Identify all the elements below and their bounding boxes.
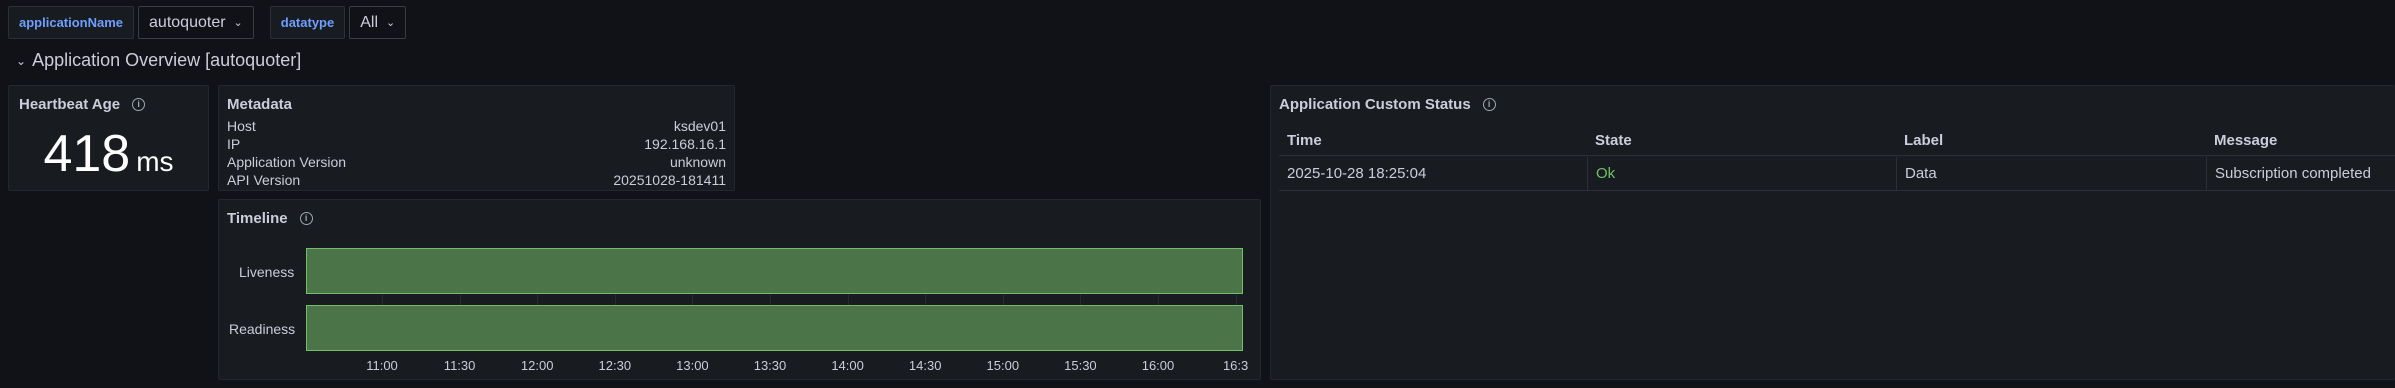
metadata-value: 192.168.16.1	[644, 136, 726, 152]
column-header-message[interactable]: Message	[2206, 126, 2395, 155]
metadata-row-app-version: Application Version unknown	[227, 154, 726, 170]
chevron-down-icon: ⌄	[386, 17, 396, 29]
timeline-tick-label: 11:00	[366, 358, 398, 373]
metadata-value: unknown	[669, 154, 726, 170]
info-icon[interactable]: i	[299, 212, 313, 225]
timeline-row-label-liveness: Liveness	[239, 264, 295, 280]
timeline-tick-label: 13:00	[676, 358, 709, 373]
timeline-tick-label: 14:30	[908, 358, 942, 373]
timeline-tick-label: 16:00	[1141, 358, 1175, 373]
column-header-time[interactable]: Time	[1279, 126, 1587, 155]
timeline-tick-label: 14:00	[831, 358, 864, 373]
timeline-tick-label: 16:3	[1222, 358, 1249, 373]
metadata-value: ksdev01	[673, 118, 726, 134]
datatype-select[interactable]: All ⌄	[349, 6, 407, 39]
row-title: Application Overview [autoquoter]	[32, 50, 302, 70]
heartbeat-value: 418	[43, 125, 131, 183]
cell-time: 2025-10-28 18:25:04	[1287, 165, 1427, 182]
chevron-down-icon: ⌄	[16, 53, 27, 68]
timeline-tick-label: 12:30	[598, 358, 632, 373]
timeline-tick-label: 15:00	[986, 358, 1020, 373]
heartbeat-age-panel: Heartbeat Age i 418 ms	[8, 85, 209, 191]
timeline-tick-label: 13:30	[753, 358, 787, 373]
metadata-row-ip: IP 192.168.16.1	[227, 136, 726, 152]
applicationname-select[interactable]: autoquoter ⌄	[138, 6, 254, 39]
timeline-bar-liveness[interactable]	[306, 248, 1243, 294]
applicationname-value: autoquoter	[149, 13, 226, 31]
variables-bar: applicationName autoquoter ⌄ datatype Al…	[8, 6, 407, 39]
datatype-value: All	[360, 13, 379, 31]
info-icon[interactable]: i	[132, 98, 146, 111]
timeline-bar-readiness[interactable]	[306, 305, 1243, 351]
metadata-key: Host	[227, 118, 256, 134]
variable-label-applicationname: applicationName	[8, 6, 135, 39]
metadata-key: IP	[227, 136, 241, 152]
heartbeat-unit: ms	[136, 146, 174, 177]
column-header-label[interactable]: Label	[1896, 126, 2206, 155]
row-toggle-application-overview[interactable]: ⌄ Application Overview [autoquoter]	[16, 50, 301, 71]
metadata-key: API Version	[227, 172, 301, 188]
table-row: 2025-10-28 18:25:04 Ok Data Subscription…	[1279, 157, 2395, 191]
metadata-row-host: Host ksdev01	[227, 118, 726, 134]
timeline-row-label-readiness: Readiness	[229, 321, 296, 337]
metadata-panel: Metadata Host ksdev01 IP 192.168.16.1 Ap…	[218, 85, 735, 191]
panel-title: Metadata	[227, 96, 293, 113]
timeline-tick-label: 11:30	[443, 358, 476, 373]
panel-title: Heartbeat Age	[19, 96, 121, 113]
table-header: Time State Label Message	[1279, 126, 2395, 156]
metadata-key: Application Version	[227, 154, 347, 170]
cell-state: Ok	[1587, 157, 1896, 190]
cell-message: Subscription completed	[2206, 157, 2395, 190]
metadata-row-api-version: API Version 20251028-181411	[227, 172, 726, 188]
heartbeat-stat: 418 ms	[9, 124, 208, 184]
panel-title: Timeline	[227, 210, 288, 227]
timeline-tick-label: 15:30	[1064, 358, 1097, 373]
custom-status-panel: Application Custom Status i Time State L…	[1270, 85, 2395, 380]
metadata-value: 20251028-181411	[613, 172, 726, 188]
timeline-tick-label: 12:00	[520, 358, 554, 373]
timeline-panel: Timeline i Liveness Readiness 11:00 11:30…	[218, 199, 1261, 380]
chevron-down-icon: ⌄	[233, 17, 243, 29]
variable-label-datatype: datatype	[269, 6, 346, 39]
cell-label: Data	[1896, 157, 2206, 190]
info-icon[interactable]: i	[1482, 98, 1496, 111]
panel-title: Application Custom Status	[1279, 96, 1471, 113]
column-header-state[interactable]: State	[1587, 126, 1896, 155]
